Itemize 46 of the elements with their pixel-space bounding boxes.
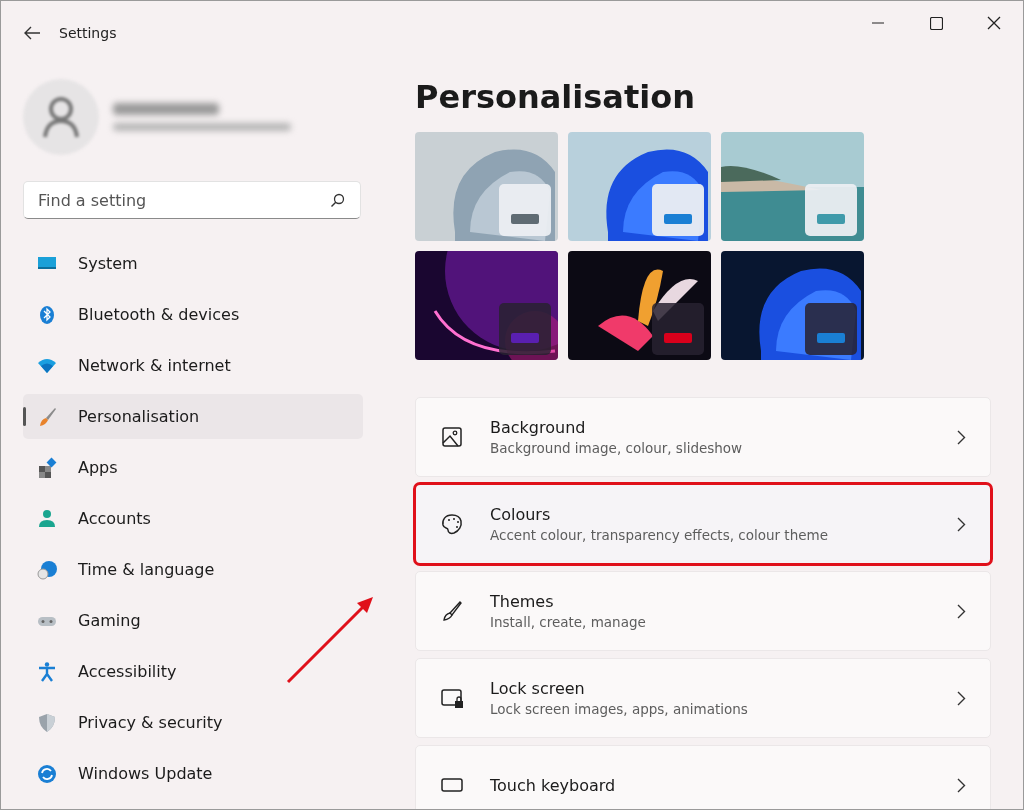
- nav-item[interactable]: Windows Update: [23, 751, 363, 796]
- nav-item[interactable]: Accessibility: [23, 649, 363, 694]
- chevron-icon: [957, 603, 966, 619]
- settings-card[interactable]: Colours Accent colour, transparency effects, colour theme: [415, 484, 991, 564]
- close-icon[interactable]: [987, 16, 1001, 30]
- card-title: Background: [490, 418, 587, 437]
- nav-icon: [36, 711, 58, 734]
- window-title: Settings: [59, 25, 117, 41]
- card-icon: [440, 599, 464, 623]
- nav-item[interactable]: Time & language: [23, 547, 363, 592]
- nav-icon: [36, 660, 58, 683]
- card-subtitle: Install, create, manage: [490, 614, 647, 630]
- nav-item[interactable]: Apps: [23, 445, 363, 490]
- nav-icon: [36, 558, 58, 581]
- settings-card[interactable]: Background Background image, colour, slideshow: [415, 397, 991, 477]
- back-icon[interactable]: [23, 26, 41, 40]
- nav-icon: [36, 507, 58, 530]
- nav-item[interactable]: Network & internet: [23, 343, 363, 388]
- nav-item[interactable]: Bluetooth & devices: [23, 292, 363, 337]
- settings-card[interactable]: Lock screen Lock screen images, apps, animations: [415, 658, 991, 738]
- nav-item[interactable]: Privacy & security: [23, 700, 363, 745]
- card-title: Themes: [490, 592, 555, 611]
- chevron-icon: [957, 690, 966, 706]
- nav-item[interactable]: Accounts: [23, 496, 363, 541]
- nav-icon: [36, 762, 58, 785]
- page-title: Personalisation: [415, 78, 696, 116]
- card-subtitle: Lock screen images, apps, animations: [490, 701, 749, 717]
- chevron-icon: [957, 777, 966, 793]
- card-icon: [440, 686, 464, 710]
- nav-icon: [36, 456, 58, 479]
- card-icon: [440, 425, 464, 449]
- card-title: Touch keyboard: [490, 775, 617, 795]
- search-field[interactable]: Find a setting: [23, 181, 361, 219]
- nav-item[interactable]: System: [23, 241, 363, 286]
- settings-card[interactable]: Touch keyboard: [415, 745, 991, 809]
- chevron-icon: [957, 516, 966, 532]
- card-subtitle: Accent colour, transparency effects, colour theme: [490, 527, 829, 543]
- card-title: Colours: [490, 505, 552, 524]
- settings-card[interactable]: Themes Install, create, manage: [415, 571, 991, 651]
- card-subtitle: Background image, colour, slideshow: [490, 440, 744, 456]
- card-icon: [440, 512, 464, 536]
- search-icon[interactable]: [330, 193, 345, 208]
- card-title: Lock screen: [490, 679, 586, 698]
- chevron-icon: [957, 429, 966, 445]
- maximize-icon[interactable]: [929, 16, 943, 30]
- nav-item[interactable]: Personalisation: [23, 394, 363, 439]
